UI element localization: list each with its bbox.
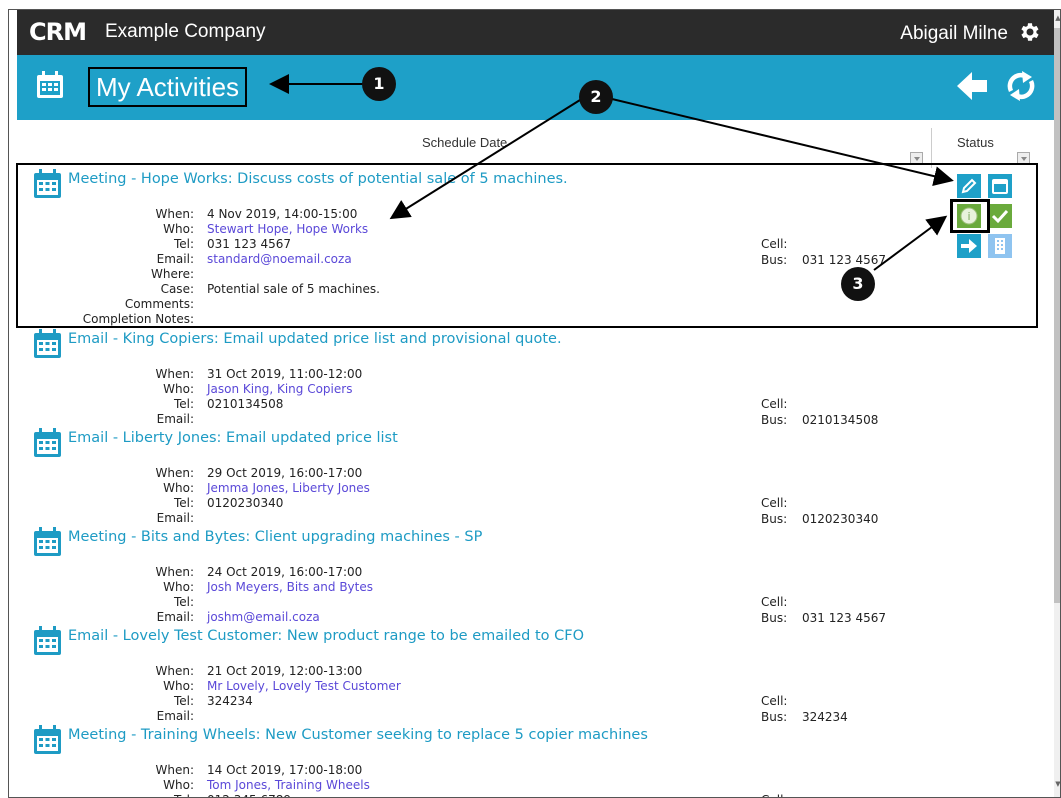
who-value[interactable]: Tom Jones, Training Wheels xyxy=(207,778,370,793)
building-icon xyxy=(995,238,1005,254)
gear-icon[interactable] xyxy=(1018,20,1042,44)
title-bar: My Activities xyxy=(17,55,1054,120)
info-button-callout-box xyxy=(950,199,990,233)
when-value: 21 Oct 2019, 12:00-13:00 xyxy=(207,664,363,678)
who-label: Who: xyxy=(163,778,194,792)
cell-label: Cell: xyxy=(761,694,788,708)
forward-button[interactable] xyxy=(957,234,981,258)
calendar-icon xyxy=(37,71,63,98)
activity-title-link[interactable]: Meeting - Bits and Bytes: Client upgradi… xyxy=(68,529,482,545)
pencil-icon xyxy=(961,178,977,194)
when-label: When: xyxy=(155,664,194,678)
tel-label: Tel: xyxy=(173,595,194,609)
company-button[interactable] xyxy=(988,234,1012,258)
vertical-scrollbar[interactable]: ▲ ▼ xyxy=(1054,10,1060,797)
activity-title-link[interactable]: Email - Liberty Jones: Email updated pri… xyxy=(68,430,398,446)
tel-label: Tel: xyxy=(173,397,194,411)
who-label: Who: xyxy=(163,481,194,495)
tel-value: 012 345 6789 xyxy=(207,793,291,797)
status-header[interactable]: Status xyxy=(957,135,994,150)
callout-marker-1: 1 xyxy=(362,67,396,101)
when-value: 29 Oct 2019, 16:00-17:00 xyxy=(207,466,363,480)
top-bar: CRM Example Company Abigail Milne xyxy=(17,10,1054,55)
tel-value: 324234 xyxy=(207,694,253,708)
calendar-icon xyxy=(992,179,1008,194)
tel-label: Tel: xyxy=(174,793,194,797)
activity-item[interactable]: Email - King Copiers: Email updated pric… xyxy=(17,325,1037,427)
activity-item[interactable]: Meeting - Training Wheels: New Customer … xyxy=(17,721,1037,797)
calendar-icon xyxy=(34,626,61,655)
calendar-icon xyxy=(34,527,61,556)
scroll-down-icon[interactable]: ▼ xyxy=(1054,780,1060,788)
checkmark-icon xyxy=(991,209,1009,224)
tel-label: Tel: xyxy=(173,694,194,708)
tel-label: Tel: xyxy=(173,496,194,510)
who-label: Who: xyxy=(163,382,194,396)
activity-title-link[interactable]: Meeting - Training Wheels: New Customer … xyxy=(68,727,648,743)
who-value[interactable]: Jason King, King Copiers xyxy=(207,382,352,397)
company-name: Example Company xyxy=(105,21,266,42)
when-label: When: xyxy=(155,565,194,579)
activity-item[interactable]: Email - Liberty Jones: Email updated pri… xyxy=(17,424,1037,526)
forward-arrow-icon xyxy=(961,239,977,253)
complete-button[interactable] xyxy=(988,204,1012,228)
when-value: 31 Oct 2019, 11:00-12:00 xyxy=(207,367,363,381)
activity-title-link[interactable]: Email - King Copiers: Email updated pric… xyxy=(68,331,562,347)
cell-label: Cell: xyxy=(761,793,787,797)
page-title: My Activities xyxy=(88,67,248,107)
who-value[interactable]: Jemma Jones, Liberty Jones xyxy=(207,481,370,496)
who-label: Who: xyxy=(163,679,194,693)
activity-item[interactable]: Meeting - Bits and Bytes: Client upgradi… xyxy=(17,523,1037,625)
user-name[interactable]: Abigail Milne xyxy=(900,23,1008,45)
callout-marker-3: 3 xyxy=(841,267,875,301)
activity-title-link[interactable]: Email - Lovely Test Customer: New produc… xyxy=(68,628,584,644)
cell-label: Cell: xyxy=(761,397,788,411)
schedule-button[interactable] xyxy=(988,174,1012,198)
crm-window: CRM Example Company Abigail Milne My Act… xyxy=(8,9,1061,798)
when-label: When: xyxy=(155,367,194,381)
calendar-icon xyxy=(34,725,61,754)
cell-label: Cell: xyxy=(761,496,788,510)
when-label: When: xyxy=(155,763,194,777)
refresh-icon[interactable] xyxy=(1005,69,1037,103)
calendar-icon xyxy=(34,428,61,457)
tel-value: 0210134508 xyxy=(207,397,284,411)
column-divider xyxy=(931,128,932,168)
cell-label: Cell: xyxy=(761,595,788,609)
when-value: 14 Oct 2019, 17:00-18:00 xyxy=(207,763,363,777)
activity-item[interactable]: Email - Lovely Test Customer: New produc… xyxy=(17,622,1037,724)
edit-button[interactable] xyxy=(957,174,981,198)
selected-activity-highlight xyxy=(16,163,1038,328)
who-value[interactable]: Mr Lovely, Lovely Test Customer xyxy=(207,679,401,694)
who-label: Who: xyxy=(163,580,194,594)
crm-logo: CRM xyxy=(29,18,87,46)
schedule-date-header[interactable]: Schedule Date xyxy=(422,135,507,150)
scroll-up-icon[interactable]: ▲ xyxy=(1054,14,1060,22)
when-label: When: xyxy=(155,466,194,480)
tel-value: 0120230340 xyxy=(207,496,284,510)
who-value[interactable]: Josh Meyers, Bits and Bytes xyxy=(207,580,373,595)
when-value: 24 Oct 2019, 16:00-17:00 xyxy=(207,565,363,579)
calendar-icon xyxy=(34,329,61,358)
scroll-thumb[interactable] xyxy=(1054,28,1060,603)
callout-marker-2: 2 xyxy=(579,80,613,114)
back-arrow-icon[interactable] xyxy=(955,69,989,103)
